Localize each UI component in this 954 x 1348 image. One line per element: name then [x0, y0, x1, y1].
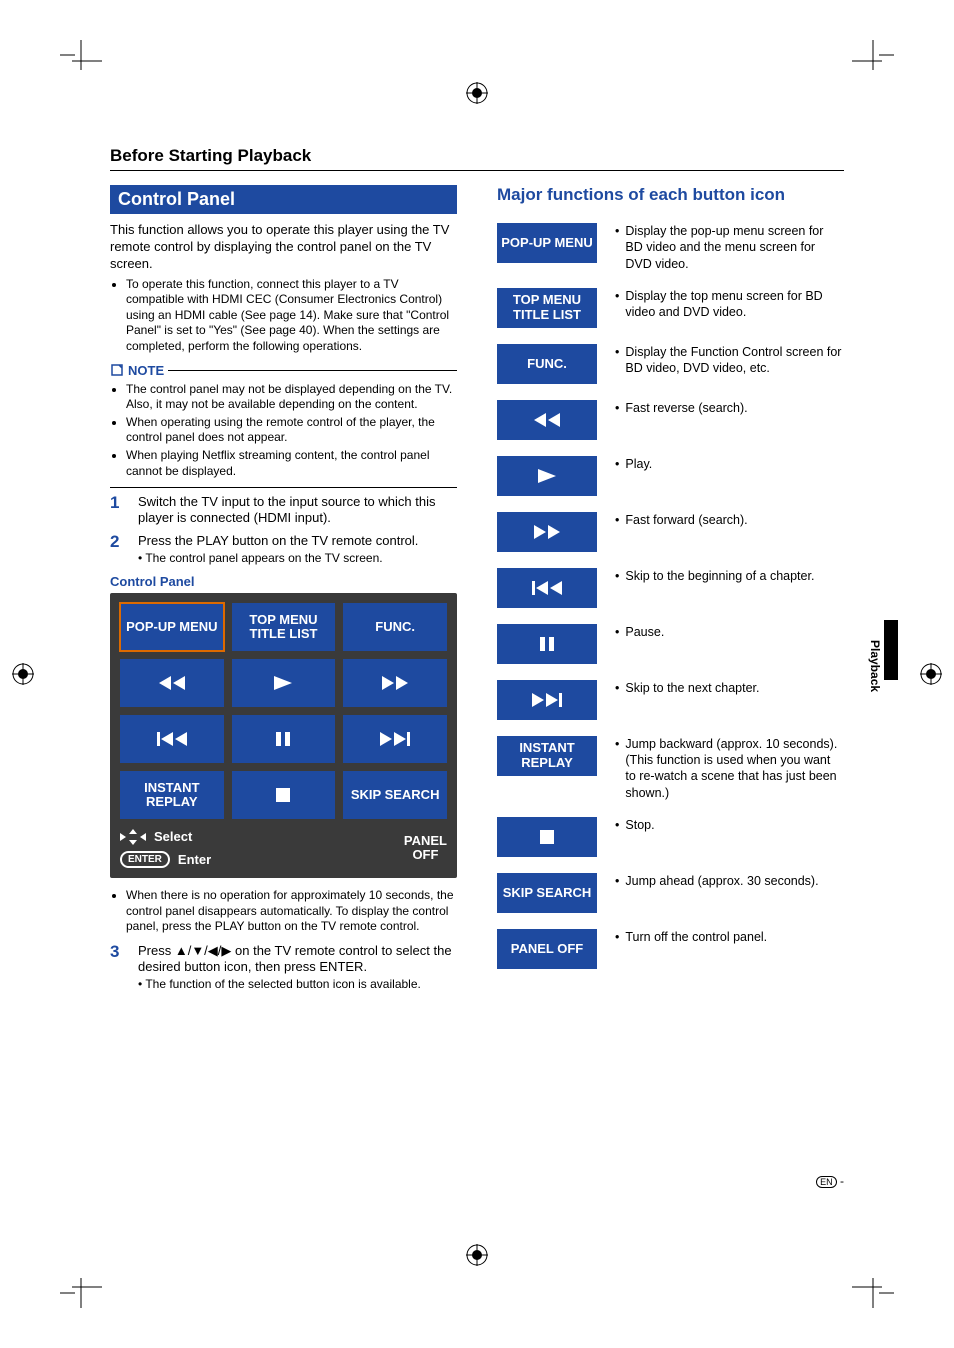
play-icon: [272, 674, 294, 692]
pause-icon: [274, 730, 292, 748]
lang-badge: EN: [816, 1176, 837, 1188]
icon-stop: [497, 817, 597, 857]
panel-foot-select: Select: [154, 829, 192, 844]
desc-play: Play.: [625, 456, 652, 472]
icon-func: FUNC.: [497, 344, 597, 384]
major-functions-heading: Major functions of each button icon: [497, 185, 844, 205]
section-tab: [884, 620, 898, 680]
desc-instant-replay: Jump backward (approx. 10 seconds). (Thi…: [625, 736, 844, 801]
note-bullet-1: The control panel may not be displayed d…: [126, 382, 457, 413]
desc-stop: Stop.: [625, 817, 654, 833]
desc-func: Display the Function Control screen for …: [625, 344, 844, 377]
panel-btn-instant-replay[interactable]: INSTANT REPLAY: [120, 771, 224, 819]
step-3-sub: The function of the selected button icon…: [145, 977, 421, 991]
step-text-1: Switch the TV input to the input source …: [138, 494, 457, 527]
control-panel-figure: POP-UP MENU TOP MENU TITLE LIST FUNC. IN…: [110, 593, 457, 878]
page-footer: EN -: [816, 1174, 844, 1188]
panel-btn-top-menu[interactable]: TOP MENU TITLE LIST: [232, 603, 336, 651]
skip-back-icon: [530, 579, 564, 597]
icon-skip-search: SKIP SEARCH: [497, 873, 597, 913]
panel-foot-enter: Enter: [178, 852, 211, 867]
desc-forward: Fast forward (search).: [625, 512, 747, 528]
pause-icon: [538, 635, 556, 653]
panel-btn-forward[interactable]: [343, 659, 447, 707]
crop-mark-tl: [60, 40, 102, 82]
panel-off-label-1: PANEL: [404, 833, 447, 848]
heading-rule: [110, 170, 844, 171]
registration-mark-top: [466, 82, 488, 104]
enter-pill: ENTER: [120, 851, 170, 868]
note-bullet-2: When operating using the remote control …: [126, 415, 457, 446]
desc-skip-back: Skip to the beginning of a chapter.: [625, 568, 814, 584]
intro-bullet: To operate this function, connect this p…: [126, 277, 457, 355]
icon-play: [497, 456, 597, 496]
skip-fwd-icon: [378, 730, 412, 748]
panel-btn-play[interactable]: [232, 659, 336, 707]
panel-btn-pause[interactable]: [232, 715, 336, 763]
icon-forward: [497, 512, 597, 552]
section-header-control-panel: Control Panel: [110, 185, 457, 214]
stop-icon: [538, 828, 556, 846]
note-bullet-3: When playing Netflix streaming content, …: [126, 448, 457, 479]
icon-skip-fwd: [497, 680, 597, 720]
step-number-3: 3: [110, 943, 128, 993]
section-tab-label: Playback: [868, 640, 882, 692]
panel-btn-skip-search[interactable]: SKIP SEARCH: [343, 771, 447, 819]
desc-popup-menu: Display the pop-up menu screen for BD vi…: [625, 223, 844, 272]
icon-instant-replay: INSTANT REPLAY: [497, 736, 597, 776]
skip-back-icon: [155, 730, 189, 748]
control-panel-label: Control Panel: [110, 574, 457, 589]
play-icon: [536, 467, 558, 485]
step-number-1: 1: [110, 494, 128, 527]
step-text-2: Press the PLAY button on the TV remote c…: [138, 533, 418, 548]
crop-mark-br: [852, 1266, 894, 1308]
note-label: NOTE: [128, 363, 164, 378]
forward-icon: [532, 523, 562, 541]
registration-mark-bottom: [466, 1244, 488, 1266]
step-text-3: Press ▲/▼/◀/▶ on the TV remote control t…: [138, 943, 452, 974]
panel-off-label-2: OFF: [412, 847, 438, 862]
rule: [110, 487, 457, 488]
panel-btn-stop[interactable]: [232, 771, 336, 819]
note-icon: [110, 363, 124, 377]
icon-pause: [497, 624, 597, 664]
intro-text: This function allows you to operate this…: [110, 222, 457, 273]
dpad-icon: [120, 829, 146, 845]
rewind-icon: [532, 411, 562, 429]
footer-dash: -: [840, 1174, 844, 1188]
panel-btn-skip-fwd[interactable]: [343, 715, 447, 763]
panel-note: When there is no operation for approxima…: [126, 888, 457, 935]
icon-top-menu: TOP MENU TITLE LIST: [497, 288, 597, 328]
icon-popup-menu: POP-UP MENU: [497, 223, 597, 263]
crop-mark-tr: [852, 40, 894, 82]
stop-icon: [274, 786, 292, 804]
panel-btn-func[interactable]: FUNC.: [343, 603, 447, 651]
panel-btn-rewind[interactable]: [120, 659, 224, 707]
icon-skip-back: [497, 568, 597, 608]
icon-panel-off: PANEL OFF: [497, 929, 597, 969]
registration-mark-right: [920, 663, 942, 685]
forward-icon: [380, 674, 410, 692]
panel-btn-popup-menu[interactable]: POP-UP MENU: [120, 603, 224, 651]
rewind-icon: [157, 674, 187, 692]
registration-mark-left: [12, 663, 34, 685]
desc-top-menu: Display the top menu screen for BD video…: [625, 288, 844, 321]
desc-panel-off: Turn off the control panel.: [625, 929, 767, 945]
step-2-sub: The control panel appears on the TV scre…: [145, 551, 382, 565]
step-number-2: 2: [110, 533, 128, 566]
desc-rewind: Fast reverse (search).: [625, 400, 747, 416]
desc-pause: Pause.: [625, 624, 664, 640]
crop-mark-bl: [60, 1266, 102, 1308]
desc-skip-search: Jump ahead (approx. 30 seconds).: [625, 873, 818, 889]
panel-btn-skip-back[interactable]: [120, 715, 224, 763]
icon-rewind: [497, 400, 597, 440]
skip-fwd-icon: [530, 691, 564, 709]
desc-skip-fwd: Skip to the next chapter.: [625, 680, 759, 696]
chapter-heading: Before Starting Playback: [110, 146, 311, 166]
